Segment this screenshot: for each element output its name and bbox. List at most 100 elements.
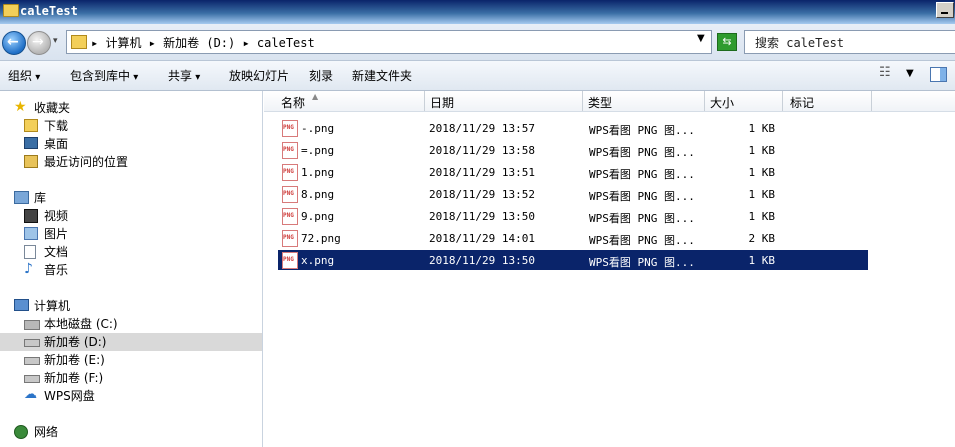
column-header: 名称 ▲ 日期 类型 大小 标记 xyxy=(264,91,955,112)
file-row[interactable]: 72.png 2018/11/29 14:01 WPS看图 PNG 图... 2… xyxy=(278,228,868,248)
preview-pane-icon[interactable] xyxy=(930,67,947,82)
nav-libraries[interactable]: 库 xyxy=(14,189,214,207)
nav-favorites[interactable]: ★ 收藏夹 xyxy=(14,99,214,117)
back-button[interactable] xyxy=(2,31,26,55)
file-row[interactable]: 8.png 2018/11/29 13:52 WPS看图 PNG 图... 1 … xyxy=(278,184,868,204)
file-type: WPS看图 PNG 图... xyxy=(589,168,695,181)
file-date: 2018/11/29 13:51 xyxy=(429,166,535,179)
sort-ascending-icon: ▲ xyxy=(312,92,319,101)
file-type: WPS看图 PNG 图... xyxy=(589,256,695,269)
nav-music[interactable]: ♪ 音乐 xyxy=(24,261,224,279)
nav-computer[interactable]: 计算机 xyxy=(14,297,214,315)
history-dropdown-icon[interactable]: ▾ xyxy=(53,36,58,46)
file-name: x.png xyxy=(301,254,335,267)
nav-network[interactable]: 网络 xyxy=(14,423,214,441)
address-bar[interactable]: ▸ 计算机 ▸ 新加卷 (D:) ▸ caleTest xyxy=(66,30,712,54)
view-dropdown-icon[interactable]: ▼ xyxy=(906,68,914,79)
column-size[interactable]: 大小 xyxy=(705,94,734,111)
address-path[interactable]: ▸ 计算机 ▸ 新加卷 (D:) ▸ caleTest xyxy=(91,34,315,51)
file-name: -.png xyxy=(301,122,335,135)
drive-icon xyxy=(24,357,40,365)
organize-button[interactable]: 组织 xyxy=(8,67,40,84)
file-type: WPS看图 PNG 图... xyxy=(589,146,695,159)
document-icon xyxy=(24,245,36,259)
nav-recent[interactable]: 最近访问的位置 xyxy=(24,153,224,171)
file-name: =.png xyxy=(301,144,335,157)
nav-drive-c[interactable]: 本地磁盘 (C:) xyxy=(24,315,224,333)
file-row[interactable]: -.png 2018/11/29 13:57 WPS看图 PNG 图... 1 … xyxy=(278,118,868,138)
nav-wps-cloud[interactable]: ☁ WPS网盘 xyxy=(24,387,224,405)
forward-button[interactable] xyxy=(27,31,51,55)
png-file-icon xyxy=(282,120,298,137)
file-size: 1 KB xyxy=(748,210,776,223)
file-row-selected[interactable]: x.png 2018/11/29 13:50 WPS看图 PNG 图... 1 … xyxy=(278,250,868,270)
column-date[interactable]: 日期 xyxy=(425,94,454,111)
nav-drive-e[interactable]: 新加卷 (E:) xyxy=(24,351,224,369)
file-type: WPS看图 PNG 图... xyxy=(589,124,695,137)
system-drive-icon xyxy=(24,320,40,330)
picture-icon xyxy=(24,227,38,240)
address-dropdown-icon[interactable]: ▼ xyxy=(697,33,705,44)
folder-icon xyxy=(3,4,19,17)
file-date: 2018/11/29 13:50 xyxy=(429,254,535,267)
file-date: 2018/11/29 13:52 xyxy=(429,188,535,201)
column-type[interactable]: 类型 xyxy=(583,94,612,111)
column-divider[interactable] xyxy=(871,91,872,111)
minimize-button[interactable] xyxy=(936,2,954,18)
png-file-icon xyxy=(282,208,298,225)
download-folder-icon xyxy=(24,119,38,132)
share-button[interactable]: 共享 xyxy=(168,67,200,84)
nav-drive-d[interactable]: 新加卷 (D:) xyxy=(24,333,224,351)
navigation-pane: ★ 收藏夹 下载 桌面 最近访问的位置 库 视频 图片 文档 ♪ 音乐 计算机 … xyxy=(0,91,263,447)
nav-pictures[interactable]: 图片 xyxy=(24,225,224,243)
search-input[interactable]: 搜索 caleTest xyxy=(744,30,955,54)
png-file-icon xyxy=(282,164,298,181)
png-file-icon xyxy=(282,186,298,203)
column-name[interactable]: 名称 xyxy=(276,94,305,111)
file-row[interactable]: 1.png 2018/11/29 13:51 WPS看图 PNG 图... 1 … xyxy=(278,162,868,182)
file-name: 8.png xyxy=(301,188,335,201)
slideshow-button[interactable]: 放映幻灯片 xyxy=(229,67,289,84)
file-name: 9.png xyxy=(301,210,335,223)
music-note-icon: ♪ xyxy=(24,261,33,277)
title-bar: caleTest xyxy=(0,0,955,24)
file-row[interactable]: 9.png 2018/11/29 13:50 WPS看图 PNG 图... 1 … xyxy=(278,206,868,226)
nav-documents[interactable]: 文档 xyxy=(24,243,224,261)
file-list: 名称 ▲ 日期 类型 大小 标记 -.png 2018/11/29 13:57 … xyxy=(264,91,955,447)
library-icon xyxy=(14,191,29,204)
drive-icon xyxy=(24,339,40,347)
file-date: 2018/11/29 13:57 xyxy=(429,122,535,135)
recent-places-icon xyxy=(24,155,38,168)
png-file-icon xyxy=(282,252,298,269)
computer-icon xyxy=(14,299,29,311)
file-date: 2018/11/29 14:01 xyxy=(429,232,535,245)
network-icon xyxy=(14,425,28,439)
file-date: 2018/11/29 13:58 xyxy=(429,144,535,157)
folder-icon xyxy=(71,35,87,49)
png-file-icon xyxy=(282,230,298,247)
film-icon xyxy=(24,209,38,223)
burn-button[interactable]: 刻录 xyxy=(309,67,333,84)
file-size: 1 KB xyxy=(748,144,776,157)
file-type: WPS看图 PNG 图... xyxy=(589,234,695,247)
file-name: 1.png xyxy=(301,166,335,179)
file-size: 1 KB xyxy=(748,166,776,179)
desktop-icon xyxy=(24,137,38,149)
refresh-button[interactable]: ⇆ xyxy=(717,33,737,51)
star-icon: ★ xyxy=(14,99,27,115)
column-tags[interactable]: 标记 xyxy=(785,94,814,111)
nav-downloads[interactable]: 下载 xyxy=(24,117,224,135)
nav-videos[interactable]: 视频 xyxy=(24,207,224,225)
file-size: 1 KB xyxy=(748,188,776,201)
window-title: caleTest xyxy=(20,4,78,18)
nav-desktop[interactable]: 桌面 xyxy=(24,135,224,153)
nav-drive-f[interactable]: 新加卷 (F:) xyxy=(24,369,224,387)
file-type: WPS看图 PNG 图... xyxy=(589,212,695,225)
file-row[interactable]: =.png 2018/11/29 13:58 WPS看图 PNG 图... 1 … xyxy=(278,140,868,160)
include-library-button[interactable]: 包含到库中 xyxy=(70,67,138,84)
column-divider[interactable] xyxy=(782,91,783,111)
change-view-icon[interactable] xyxy=(879,65,893,80)
cloud-icon: ☁ xyxy=(24,387,37,402)
file-size: 2 KB xyxy=(748,232,776,245)
new-folder-button[interactable]: 新建文件夹 xyxy=(352,67,412,84)
